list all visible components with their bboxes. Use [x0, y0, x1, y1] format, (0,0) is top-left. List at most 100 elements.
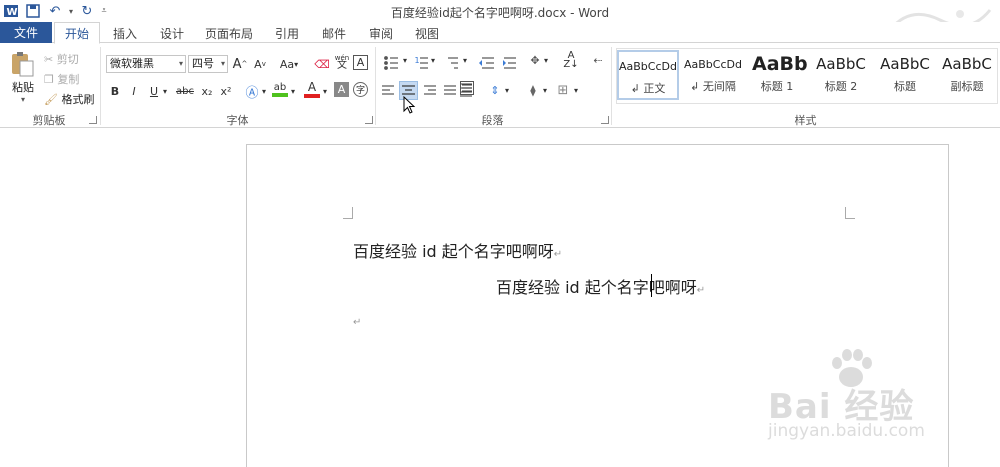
- style-subtitle[interactable]: AaBbC 副标题: [936, 50, 998, 100]
- superscript-icon: x²: [220, 84, 232, 98]
- enclose-character-icon: 字: [355, 86, 365, 96]
- tab-mailings[interactable]: 邮件: [312, 22, 356, 44]
- font-launcher-icon[interactable]: [365, 116, 373, 124]
- character-shading-button[interactable]: A: [334, 82, 349, 97]
- word-window: 百度经验id起个名字吧啊呀.docx - Word W ↶ ▾ ↻ ⩡ 文件 开…: [0, 0, 1000, 467]
- show-marks-icon[interactable]: ⇠: [589, 51, 607, 69]
- underline-icon: U: [149, 84, 159, 98]
- font-size-combo[interactable]: 四号 ▾: [188, 55, 228, 73]
- grow-font-button[interactable]: A ^: [231, 55, 249, 73]
- strikethrough-button[interactable]: abc: [174, 82, 196, 100]
- numbering-dropdown-icon[interactable]: ▾: [428, 51, 438, 69]
- undo-dropdown-icon[interactable]: ▾: [66, 0, 76, 22]
- font-color-dropdown-icon[interactable]: ▾: [320, 82, 330, 100]
- mouse-cursor-icon: [403, 96, 416, 114]
- window-title: 百度经验id起个名字吧啊呀.docx - Word: [390, 6, 610, 20]
- strikethrough-icon: abc: [176, 85, 194, 97]
- svg-text:W: W: [7, 7, 18, 18]
- phonetic-guide-button[interactable]: wén 文: [333, 53, 351, 71]
- paragraph-mark: ↵: [696, 285, 706, 296]
- multilevel-dropdown-icon[interactable]: ▾: [460, 51, 470, 69]
- sort-icon[interactable]: A Z↓: [562, 51, 580, 70]
- bold-button[interactable]: B: [106, 82, 124, 100]
- font-color-bar: [304, 94, 320, 98]
- style-no-spacing[interactable]: AaBbCcDd ↲ 无间隔: [682, 50, 744, 100]
- redo-icon[interactable]: ↻: [76, 0, 98, 22]
- tab-file[interactable]: 文件: [0, 22, 52, 43]
- style-title[interactable]: AaBbC 标题: [874, 50, 936, 100]
- copy-icon: ❐: [44, 73, 54, 86]
- tab-page-layout[interactable]: 页面布局: [198, 22, 260, 44]
- shrink-font-button[interactable]: Av: [251, 55, 269, 73]
- format-painter-button[interactable]: 🖌 格式刷: [44, 91, 94, 107]
- style-heading-2[interactable]: AaBbC 标题 2: [810, 50, 872, 100]
- cut-button[interactable]: ✂ 剪切: [44, 51, 79, 67]
- numbering-icon[interactable]: 1: [412, 51, 422, 69]
- copy-label: 复制: [57, 73, 80, 86]
- font-size-value: 四号: [192, 57, 214, 70]
- margin-corner-top-left: [343, 207, 353, 219]
- justify-button[interactable]: [441, 81, 459, 99]
- clipboard-launcher-icon[interactable]: [89, 116, 97, 124]
- distributed-align-icon[interactable]: [460, 81, 474, 95]
- italic-icon: I: [132, 84, 136, 98]
- subscript-icon: x₂: [201, 84, 213, 98]
- tab-insert[interactable]: 插入: [103, 22, 147, 44]
- highlight-icon: ab: [273, 81, 287, 93]
- character-shading-icon: A: [337, 83, 346, 96]
- bullets-dropdown-icon[interactable]: ▾: [400, 51, 410, 69]
- change-case-button[interactable]: Aa ▾: [275, 55, 303, 73]
- paste-dropdown-icon: ▾: [20, 95, 25, 104]
- text-cursor: [651, 274, 652, 297]
- style-sample: AaBbC: [942, 55, 992, 73]
- font-color-button[interactable]: A: [303, 80, 321, 98]
- chevron-down-icon: ▾: [220, 59, 225, 68]
- font-name-combo[interactable]: 微软雅黑 ▾: [106, 55, 186, 73]
- style-name: 标题: [894, 80, 916, 93]
- align-left-button[interactable]: [379, 81, 397, 99]
- highlight-color-bar: [272, 92, 288, 97]
- paste-button[interactable]: 粘贴 ▾: [8, 50, 38, 108]
- tab-design[interactable]: 设计: [150, 22, 194, 44]
- quick-access-toolbar: W ↶ ▾ ↻ ⩡: [0, 0, 110, 22]
- undo-icon[interactable]: ↶: [44, 0, 66, 22]
- word-logo-icon[interactable]: W: [0, 0, 22, 22]
- line-spacing-dropdown-icon[interactable]: ▾: [502, 81, 512, 99]
- clipboard-group-label: 剪贴板: [32, 114, 66, 127]
- clear-formatting-icon[interactable]: ⌫: [313, 55, 331, 73]
- paragraph-launcher-icon[interactable]: [601, 116, 609, 124]
- highlight-button[interactable]: ab: [271, 80, 289, 98]
- decrease-indent-icon[interactable]: [476, 51, 494, 69]
- underline-dropdown-icon[interactable]: ▾: [160, 82, 170, 100]
- document-line-1[interactable]: 百度经验 id 起个名字吧啊呀↵: [353, 238, 562, 262]
- tab-home[interactable]: 开始: [54, 22, 100, 44]
- highlight-dropdown-icon[interactable]: ▾: [288, 82, 298, 100]
- borders-dropdown-icon[interactable]: ▾: [571, 81, 581, 99]
- subscript-button[interactable]: x₂: [198, 82, 216, 100]
- tab-view[interactable]: 视图: [405, 22, 449, 44]
- tab-review[interactable]: 审阅: [359, 22, 403, 44]
- tab-references[interactable]: 引用: [265, 22, 309, 44]
- style-name: 副标题: [950, 80, 984, 93]
- watermark-url: jingyan.baidu.com: [768, 421, 925, 441]
- document-line-2[interactable]: 百度经验 id 起个名字吧啊呀↵: [496, 274, 705, 298]
- italic-button[interactable]: I: [125, 82, 143, 100]
- text-effects-dropdown-icon[interactable]: ▾: [259, 82, 269, 100]
- chinese-layout-dropdown-icon[interactable]: ▾: [541, 51, 551, 69]
- shading-dropdown-icon[interactable]: ▾: [540, 81, 550, 99]
- borders-icon[interactable]: ⊞: [554, 81, 572, 99]
- empty-paragraph-mark: ↵: [353, 317, 362, 328]
- align-right-button[interactable]: [422, 81, 440, 99]
- increase-indent-icon[interactable]: [500, 51, 518, 69]
- style-sample: AaBbCcDd: [684, 57, 742, 71]
- enclose-character-button[interactable]: 字: [353, 82, 368, 97]
- change-case-icon: Aa: [279, 57, 295, 71]
- character-border-button[interactable]: A: [353, 55, 368, 70]
- save-icon[interactable]: [22, 0, 44, 22]
- shrink-font-icon: A: [254, 57, 262, 71]
- customize-qat-icon[interactable]: ⩡: [98, 0, 110, 22]
- copy-button[interactable]: ❐ 复制: [44, 71, 79, 87]
- style-heading-1[interactable]: AaBb 标题 1: [746, 50, 808, 100]
- superscript-button[interactable]: x²: [217, 82, 235, 100]
- style-normal[interactable]: AaBbCcDd ↲ 正文: [617, 50, 679, 100]
